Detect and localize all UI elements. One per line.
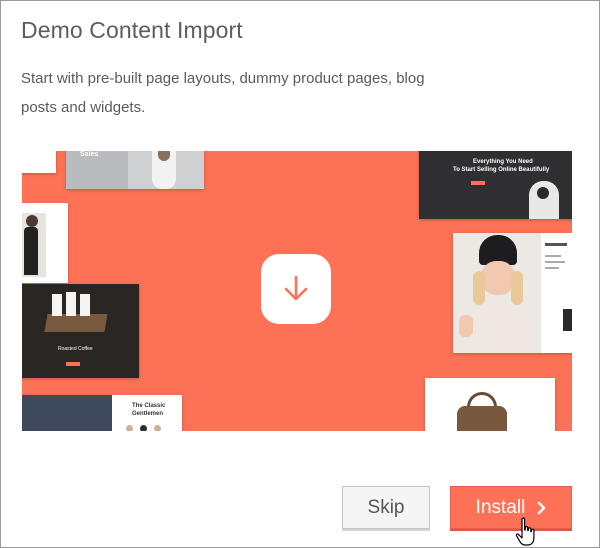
- thumbnail-white-edge: [22, 151, 56, 173]
- thumbnail-coffee-text: Roasted Coffee: [58, 346, 93, 352]
- skip-button-label: Skip: [367, 496, 405, 518]
- thumbnail-hero: Everything You Need To Start Selling Onl…: [419, 151, 572, 219]
- download-arrow-icon: [284, 275, 308, 301]
- thumbnail-gentleman-text-1: The Classic: [132, 403, 166, 409]
- thumbnail-hero-text-1: Everything You Need: [473, 159, 533, 165]
- thumbnail-gentleman: The Classic Gentlemen: [22, 395, 182, 431]
- skip-button[interactable]: Skip: [342, 486, 430, 529]
- thumbnail-hero-text-2: To Start Selling Online Beautifully: [453, 167, 550, 173]
- chevron-right-icon: [537, 501, 546, 515]
- download-tile: [261, 254, 331, 324]
- thumbnail-bag: [425, 378, 555, 431]
- install-button[interactable]: Install: [450, 486, 572, 529]
- demo-preview-banner: Sales Roasted Coffee The Classic Gentlem…: [22, 151, 572, 431]
- thumbnail-beanie: [453, 233, 572, 353]
- thumbnail-model: [22, 203, 68, 283]
- demo-import-dialog: Demo Content Import Start with pre-built…: [0, 0, 600, 548]
- thumbnail-sales-text: Sales: [80, 151, 99, 158]
- thumbnail-sales: Sales: [66, 151, 204, 189]
- dialog-description: Start with pre-built page layouts, dummy…: [21, 70, 425, 116]
- thumbnail-gentleman-text-2: Gentlemen: [132, 411, 164, 417]
- thumbnail-coffee: Roasted Coffee: [22, 284, 139, 378]
- dialog-title: Demo Content Import: [21, 17, 243, 43]
- install-button-label: Install: [475, 496, 526, 518]
- hand-pointer-icon: [515, 517, 535, 546]
